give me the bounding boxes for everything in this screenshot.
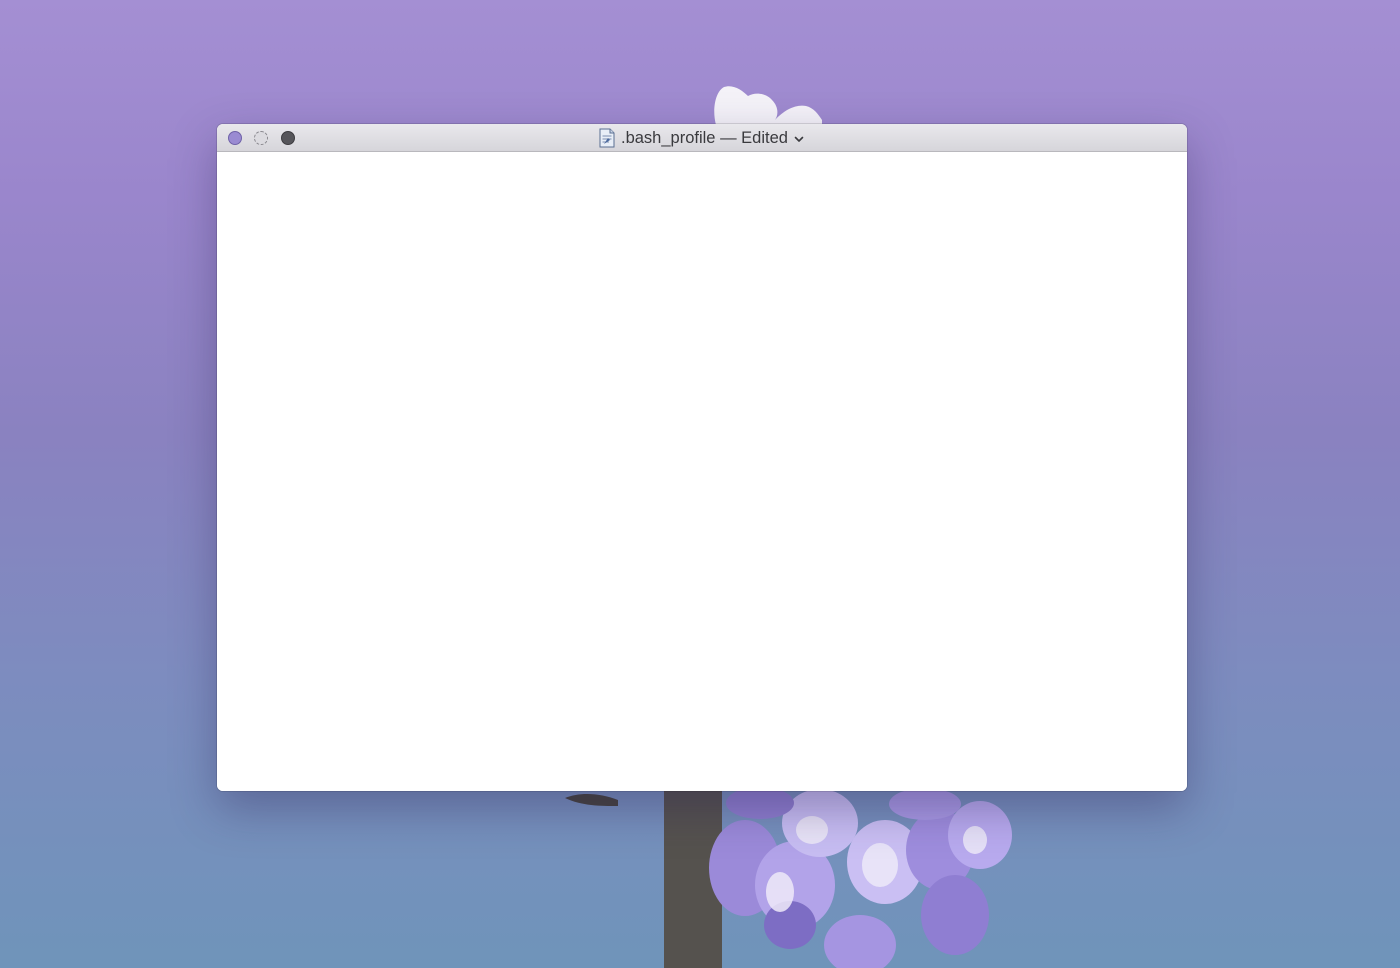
window-title-menu[interactable]: .bash_profile — Edited [599,128,805,148]
window-titlebar[interactable]: .bash_profile — Edited [217,124,1187,152]
text-document-icon [599,128,615,148]
document-text-area[interactable] [217,152,1187,791]
desktop-wallpaper: .bash_profile — Edited [0,0,1400,968]
minimize-button[interactable] [254,131,268,145]
textedit-window: .bash_profile — Edited [217,124,1187,791]
window-title: .bash_profile — Edited [621,129,788,147]
zoom-button[interactable] [281,131,295,145]
close-button[interactable] [228,131,242,145]
chevron-down-icon[interactable] [793,133,805,145]
